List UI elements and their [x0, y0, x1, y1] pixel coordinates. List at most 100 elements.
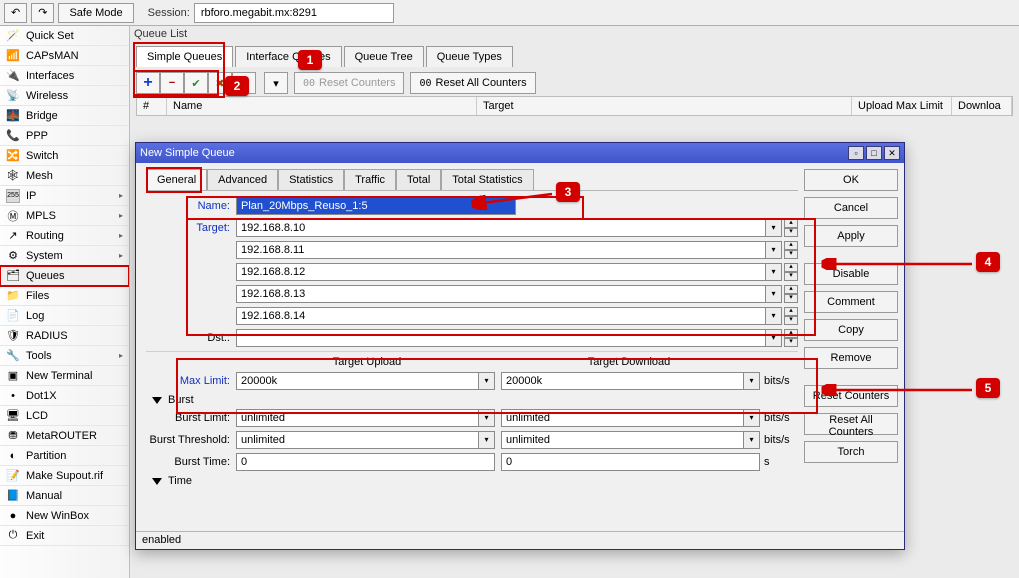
sidebar-item-dot1x[interactable]: •Dot1X: [0, 386, 129, 406]
target-input-3[interactable]: [236, 285, 766, 303]
filter-button[interactable]: ▾: [264, 72, 288, 94]
target-add-0[interactable]: ▴: [784, 219, 798, 228]
dlg-comment-button[interactable]: Comment: [804, 291, 898, 313]
sidebar-item-tools[interactable]: 🔧Tools▸: [0, 346, 129, 366]
sidebar-item-lcd[interactable]: 🖥LCD: [0, 406, 129, 426]
time-toggle[interactable]: [152, 478, 162, 485]
dlg-reset-all-counters-button[interactable]: Reset All Counters: [804, 413, 898, 435]
sidebar-item-mesh[interactable]: 🕸Mesh: [0, 166, 129, 186]
dlg-tab-total[interactable]: Total: [396, 169, 441, 190]
target-del-3[interactable]: ▾: [784, 294, 798, 303]
target-dd-2[interactable]: ▾: [766, 263, 782, 281]
dialog-maximize-button[interactable]: □: [866, 146, 882, 160]
dialog-undock-button[interactable]: ▫: [848, 146, 864, 160]
target-input-2[interactable]: [236, 263, 766, 281]
dst-up-icon[interactable]: ▴: [784, 329, 798, 338]
sidebar-item-newwinbox[interactable]: ●New WinBox: [0, 506, 129, 526]
burstlimit-upload-input[interactable]: [236, 409, 479, 427]
target-input-1[interactable]: [236, 241, 766, 259]
dlg-tab-advanced[interactable]: Advanced: [207, 169, 278, 190]
sidebar-item-manual[interactable]: 📘Manual: [0, 486, 129, 506]
target-input-4[interactable]: [236, 307, 766, 325]
enable-button[interactable]: ✔: [184, 72, 208, 94]
target-del-0[interactable]: ▾: [784, 228, 798, 237]
burstlimit-upload-dd[interactable]: ▾: [479, 409, 495, 427]
dlg-tab-general[interactable]: General: [146, 169, 207, 190]
sidebar-item-interfaces[interactable]: 🔌Interfaces: [0, 66, 129, 86]
sidebar-item-queues[interactable]: 🗂Queues: [0, 266, 129, 286]
sidebar-item-radius[interactable]: 🛡RADIUS: [0, 326, 129, 346]
dst-dropdown[interactable]: ▾: [766, 329, 782, 347]
burstlimit-download-input[interactable]: [501, 409, 744, 427]
bursttime-download-input[interactable]: [501, 453, 760, 471]
dlg-ok-button[interactable]: OK: [804, 169, 898, 191]
sidebar-item-newterm[interactable]: ▣New Terminal: [0, 366, 129, 386]
burstthr-upload-input[interactable]: [236, 431, 479, 449]
bursttime-upload-input[interactable]: [236, 453, 495, 471]
sidebar-item-routing[interactable]: ↗Routing▸: [0, 226, 129, 246]
tab-interface-queues[interactable]: Interface Queues: [235, 46, 341, 67]
maxlimit-download-dd[interactable]: ▾: [744, 372, 760, 390]
sidebar-item-capsman[interactable]: 📶CAPsMAN: [0, 46, 129, 66]
sidebar-item-supout[interactable]: 📝Make Supout.rif: [0, 466, 129, 486]
target-dd-4[interactable]: ▾: [766, 307, 782, 325]
sidebar-item-mpls[interactable]: ⓂMPLS▸: [0, 206, 129, 226]
dlg-tab-traffic[interactable]: Traffic: [344, 169, 396, 190]
target-add-4[interactable]: ▴: [784, 307, 798, 316]
sidebar-item-metarouter[interactable]: ⛃MetaROUTER: [0, 426, 129, 446]
col-target[interactable]: Target: [477, 97, 852, 115]
dlg-remove-button[interactable]: Remove: [804, 347, 898, 369]
maxlimit-upload-input[interactable]: [236, 372, 479, 390]
sidebar-item-system[interactable]: ⚙System▸: [0, 246, 129, 266]
maxlimit-download-input[interactable]: [501, 372, 744, 390]
col-index[interactable]: #: [137, 97, 167, 115]
target-dd-1[interactable]: ▾: [766, 241, 782, 259]
target-add-1[interactable]: ▴: [784, 241, 798, 250]
target-add-2[interactable]: ▴: [784, 263, 798, 272]
sidebar-item-log[interactable]: 📄Log: [0, 306, 129, 326]
reset-all-counters-button[interactable]: 00Reset All Counters: [410, 72, 535, 94]
dlg-tab-total-statistics[interactable]: Total Statistics: [441, 169, 533, 190]
tab-simple-queues[interactable]: Simple Queues: [136, 46, 233, 67]
reset-counters-button[interactable]: 00Reset Counters: [294, 72, 404, 94]
dlg-cancel-button[interactable]: Cancel: [804, 197, 898, 219]
sidebar-item-switch[interactable]: 🔀Switch: [0, 146, 129, 166]
target-del-2[interactable]: ▾: [784, 272, 798, 281]
dlg-copy-button[interactable]: Copy: [804, 319, 898, 341]
burstthr-download-dd[interactable]: ▾: [744, 431, 760, 449]
col-download-max[interactable]: Downloa: [952, 97, 1012, 115]
dst-down-icon[interactable]: ▾: [784, 338, 798, 347]
col-name[interactable]: Name: [167, 97, 477, 115]
sidebar-item-ppp[interactable]: 📞PPP: [0, 126, 129, 146]
redo-button[interactable]: ↷: [31, 3, 54, 23]
target-del-4[interactable]: ▾: [784, 316, 798, 325]
sidebar-item-partition[interactable]: ◐Partition: [0, 446, 129, 466]
sidebar-item-ip[interactable]: 255IP▸: [0, 186, 129, 206]
burstthr-download-input[interactable]: [501, 431, 744, 449]
tab-queue-types[interactable]: Queue Types: [426, 46, 513, 67]
dlg-apply-button[interactable]: Apply: [804, 225, 898, 247]
add-queue-button[interactable]: +: [136, 72, 160, 94]
target-del-1[interactable]: ▾: [784, 250, 798, 259]
remove-queue-button[interactable]: −: [160, 72, 184, 94]
sidebar-item-exit[interactable]: ⏻Exit: [0, 526, 129, 546]
dialog-close-button[interactable]: ✕: [884, 146, 900, 160]
target-input-0[interactable]: [236, 219, 766, 237]
undo-button[interactable]: ↶: [4, 3, 27, 23]
dst-input[interactable]: [236, 329, 766, 347]
tab-queue-tree[interactable]: Queue Tree: [344, 46, 424, 67]
col-upload-max[interactable]: Upload Max Limit: [852, 97, 952, 115]
burstlimit-download-dd[interactable]: ▾: [744, 409, 760, 427]
target-add-3[interactable]: ▴: [784, 285, 798, 294]
safe-mode-button[interactable]: Safe Mode: [58, 3, 133, 23]
maxlimit-upload-dd[interactable]: ▾: [479, 372, 495, 390]
dlg-tab-statistics[interactable]: Statistics: [278, 169, 344, 190]
target-dd-3[interactable]: ▾: [766, 285, 782, 303]
dlg-torch-button[interactable]: Torch: [804, 441, 898, 463]
sidebar-item-wireless[interactable]: 📡Wireless: [0, 86, 129, 106]
sidebar-item-bridge[interactable]: 🌉Bridge: [0, 106, 129, 126]
burst-toggle[interactable]: [152, 397, 162, 404]
burstthr-upload-dd[interactable]: ▾: [479, 431, 495, 449]
target-dd-0[interactable]: ▾: [766, 219, 782, 237]
sidebar-item-files[interactable]: 📁Files: [0, 286, 129, 306]
